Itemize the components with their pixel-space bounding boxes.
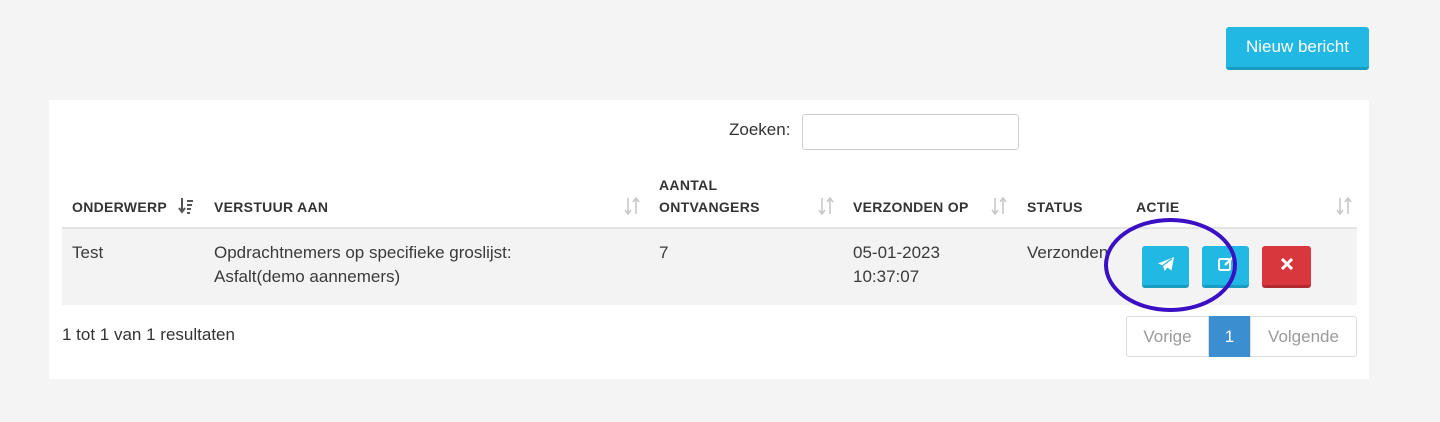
column-header-recipients-line2[interactable]: ONTVANGERS [659,196,760,218]
pagination-next[interactable]: Volgende [1250,316,1357,357]
cell-subject: Test [72,243,104,262]
cell-send-to-line1: Opdrachtnemers op specifieke groslijst: [214,243,512,262]
pagination: Vorige 1 Volgende [1126,316,1357,357]
send-button[interactable] [1142,246,1189,288]
pagination-previous[interactable]: Vorige [1126,316,1209,357]
sort-icon[interactable] [624,196,640,220]
edit-icon [1217,255,1235,276]
results-count: 1 tot 1 van 1 resultaten [62,325,235,344]
delete-button[interactable] [1262,246,1311,288]
close-icon [1280,257,1294,274]
send-icon [1157,256,1175,275]
edit-button[interactable] [1202,246,1249,288]
column-header-action[interactable]: ACTIE [1136,196,1180,218]
search-input[interactable] [802,114,1019,150]
cell-recipients: 7 [659,243,669,262]
search-label: Zoeken: [729,120,791,139]
cell-sent-time: 10:37:07 [853,267,920,286]
sort-icon[interactable] [818,196,834,220]
cell-sent-date: 05-01-2023 [853,243,940,262]
column-header-subject[interactable]: ONDERWERP [72,196,167,218]
column-header-recipients-line1[interactable]: AANTAL [659,174,717,196]
column-header-sent-on[interactable]: VERZONDEN OP [853,196,969,218]
sort-desc-icon[interactable] [178,197,194,220]
sort-icon[interactable] [1336,196,1352,220]
new-message-button[interactable]: Nieuw bericht [1226,27,1369,70]
messages-panel: Zoeken: ONDERWERP VERSTUUR AAN AANTAL ON… [49,100,1369,379]
cell-status: Verzonden [1027,243,1109,262]
sort-icon[interactable] [991,196,1007,220]
pagination-page-1[interactable]: 1 [1209,316,1250,357]
column-header-send-to[interactable]: VERSTUUR AAN [214,196,328,218]
column-header-status[interactable]: STATUS [1027,196,1083,218]
cell-send-to-line2: Asfalt(demo aannemers) [214,267,401,286]
